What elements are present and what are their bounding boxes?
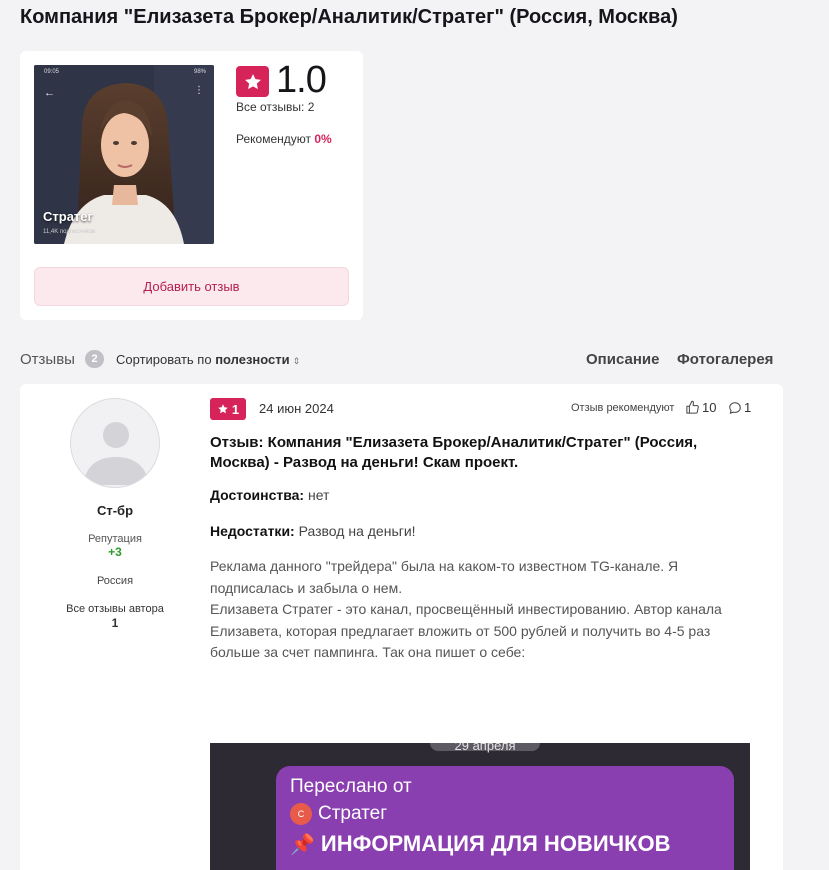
pros-value: нет	[308, 487, 330, 503]
comment-icon	[729, 401, 741, 414]
user-placeholder-icon	[83, 422, 149, 485]
review-paragraph: Елизавета Стратег - это канал, просвещён…	[210, 601, 722, 660]
review-date: 24 июн 2024	[259, 401, 334, 416]
reviews-tab[interactable]: Отзывы	[20, 351, 75, 368]
image-forwarded-label: Переслано от	[290, 776, 412, 797]
rating-star-badge	[236, 66, 269, 97]
comment-count: 1	[744, 400, 752, 415]
review-pros: Достоинства: нет	[210, 487, 329, 503]
page-title: Компания "Елизазета Брокер/Аналитик/Стра…	[20, 6, 678, 28]
sort-arrows-icon: ⇕	[292, 356, 301, 366]
comments-button[interactable]: 1	[728, 400, 751, 415]
image-headline: 📌 ИНФОРМАЦИЯ ДЛЯ НОВИЧКОВ	[290, 831, 671, 857]
author-country: Россия	[96, 575, 134, 587]
photo-subscribers: 11,4K подписчиков	[43, 229, 96, 235]
recommend-stat: Рекомендуют 0%	[236, 132, 332, 146]
star-icon	[218, 404, 228, 414]
reputation-value: +3	[108, 545, 122, 559]
sort-value: полезности	[215, 352, 290, 367]
pros-label: Достоинства:	[210, 487, 305, 503]
reviews-toolbar: Отзывы 2 Сортировать по полезности ⇕ Опис…	[20, 347, 783, 371]
star-icon	[244, 73, 261, 89]
review-rating-value: 1	[231, 401, 240, 417]
sort-control[interactable]: Сортировать по полезности ⇕	[116, 352, 300, 367]
recommend-label: Рекомендуют	[236, 132, 311, 146]
sort-prefix: Сортировать по	[116, 352, 212, 367]
reviews-count-badge: 2	[85, 350, 104, 368]
source-avatar-icon: С	[290, 803, 312, 825]
author-all-reviews-count[interactable]: 1	[20, 616, 210, 630]
add-review-button[interactable]: Добавить отзыв	[34, 267, 349, 306]
review-cons: Недостатки: Развод на деньги!	[210, 523, 416, 539]
all-reviews-count[interactable]: Все отзывы: 2	[236, 100, 314, 114]
product-photo[interactable]: 09:05 98% ← ⋮ Стратег 11,4K подписчиков	[34, 65, 214, 244]
cons-label: Недостатки:	[210, 523, 295, 539]
review-rating-badge: 1	[210, 398, 246, 420]
rating-value: 1.0	[276, 59, 327, 101]
like-button[interactable]: 10	[685, 400, 716, 415]
photo-status-battery: 98%	[193, 69, 206, 75]
pushpin-icon: 📌	[290, 833, 315, 856]
image-message-bubble: Переслано от С Стратег 📌 ИНФОРМАЦИЯ ДЛЯ …	[276, 766, 734, 870]
like-count: 10	[702, 400, 717, 415]
tab-description[interactable]: Описание	[586, 351, 659, 368]
thumbs-up-icon	[686, 400, 699, 414]
more-vertical-icon: ⋮	[194, 85, 204, 96]
image-source: С Стратег	[290, 803, 387, 825]
review-card: Ст-бр Репутация +3 Россия Все отзывы авт…	[20, 384, 783, 870]
photo-status-time: 09:05	[44, 69, 60, 75]
tab-photo-gallery[interactable]: Фотогалерея	[677, 351, 773, 368]
review-recommend-label: Отзыв рекомендуют	[571, 402, 675, 414]
review-body: Реклама данного "трейдера" была на каком…	[210, 556, 760, 664]
image-date-chip: 29 апреля	[430, 743, 540, 753]
image-headline-text: ИНФОРМАЦИЯ ДЛЯ НОВИЧКОВ	[320, 831, 671, 856]
summary-card: 09:05 98% ← ⋮ Стратег 11,4K подписчиков …	[20, 51, 363, 320]
author-name[interactable]: Ст-бр	[20, 503, 210, 518]
recommend-value: 0%	[314, 132, 332, 146]
review-title[interactable]: Отзыв: Компания "Елизазета Брокер/Аналит…	[210, 433, 755, 473]
photo-channel-name: Стратег	[43, 209, 93, 224]
author-avatar[interactable]	[70, 398, 160, 488]
cons-value: Развод на деньги!	[298, 523, 416, 539]
back-arrow-icon: ←	[44, 87, 55, 99]
reputation-label: Репутация	[88, 533, 142, 545]
review-paragraph: Реклама данного "трейдера" была на каком…	[210, 558, 679, 596]
review-screenshot-image[interactable]: 29 апреля Переслано от С Стратег 📌 ИНФОР…	[210, 743, 750, 870]
author-all-reviews-label[interactable]: Все отзывы автора	[20, 603, 210, 615]
image-source-name: Стратег	[318, 803, 388, 824]
